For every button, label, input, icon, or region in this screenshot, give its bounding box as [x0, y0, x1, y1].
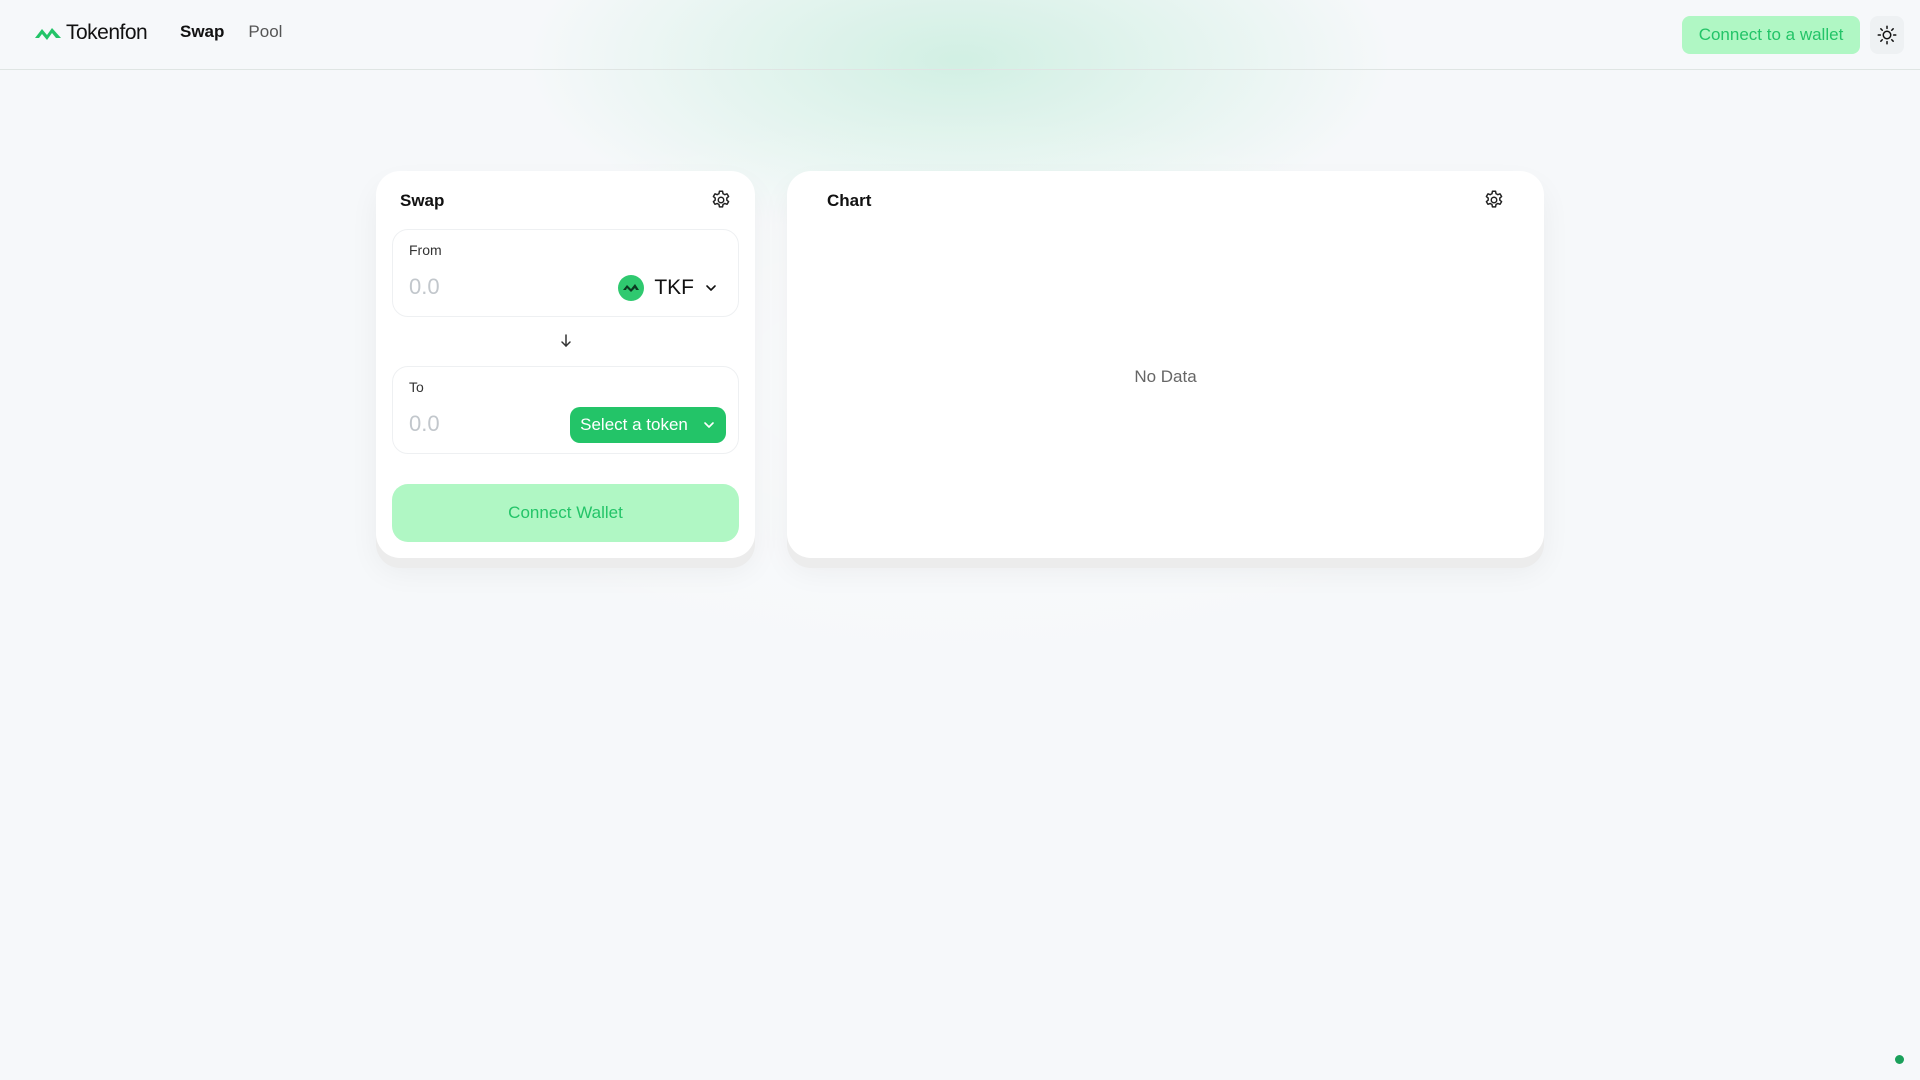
tkf-token-icon [618, 275, 645, 301]
gear-icon [1485, 190, 1503, 208]
swap-title: Swap [400, 191, 445, 210]
top-navbar: Tokenfon Swap Pool Connect to a wallet [0, 0, 1920, 70]
to-token-box: To Select a token [392, 366, 739, 454]
status-indicator [1895, 1055, 1904, 1064]
arrow-down-icon [561, 334, 571, 347]
sun-icon [1877, 25, 1897, 45]
chevron-down-icon [702, 418, 716, 432]
chart-title: Chart [827, 191, 872, 210]
connect-to-wallet-button[interactable]: Connect to a wallet [1682, 16, 1860, 54]
tokenfon-logo-icon [35, 28, 61, 40]
from-token-box: From TKF [392, 229, 739, 317]
from-amount-input[interactable] [409, 272, 579, 302]
gear-icon [712, 190, 730, 208]
from-token-symbol: TKF [654, 276, 694, 299]
select-token-label: Select a token [580, 415, 688, 434]
main-nav: Swap Pool [180, 22, 282, 42]
chevron-down-icon [704, 281, 718, 295]
theme-toggle-button[interactable] [1870, 16, 1904, 54]
chart-settings-button[interactable] [1483, 189, 1505, 211]
from-label: From [409, 242, 442, 258]
nav-item-pool[interactable]: Pool [248, 22, 282, 42]
chart-empty-state: No Data [1134, 367, 1197, 386]
to-label: To [409, 379, 424, 395]
brand-name: Tokenfon [66, 21, 148, 44]
swap-card: Swap From TKF [376, 171, 755, 558]
connect-wallet-button[interactable]: Connect Wallet [392, 484, 739, 542]
chart-card: Chart No Data [787, 171, 1544, 558]
brand-logo[interactable]: Tokenfon [34, 20, 148, 46]
swap-settings-button[interactable] [710, 189, 732, 211]
from-token-selector[interactable]: TKF [618, 274, 718, 302]
switch-direction-button[interactable] [556, 331, 576, 351]
to-amount-input[interactable] [409, 409, 579, 439]
app-page: Tokenfon Swap Pool Connect to a wallet S… [0, 0, 1920, 1080]
nav-item-swap[interactable]: Swap [180, 22, 224, 42]
select-token-button[interactable]: Select a token [570, 407, 726, 443]
